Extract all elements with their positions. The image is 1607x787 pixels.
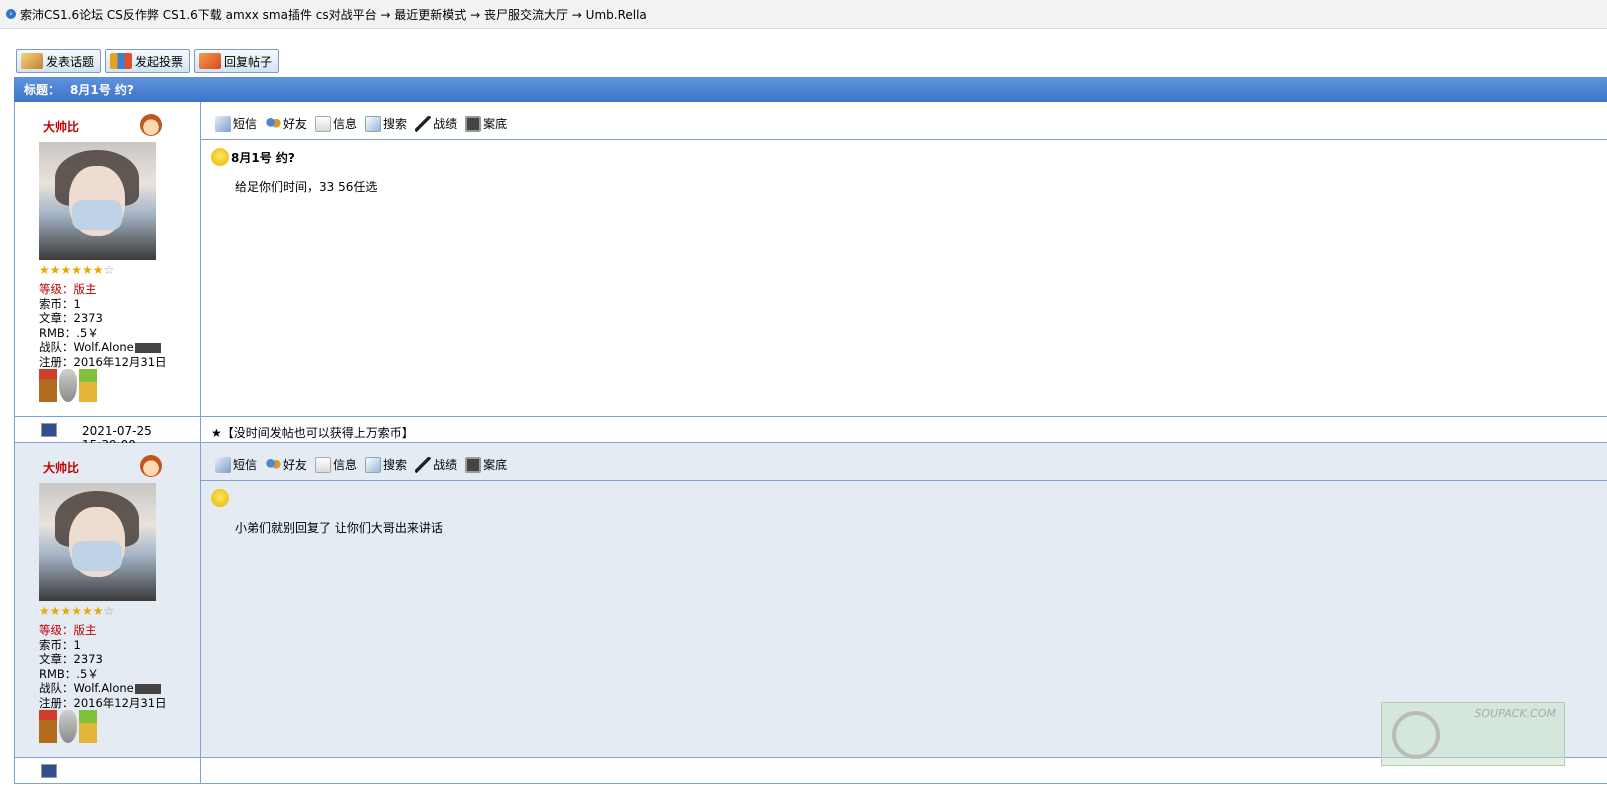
breadcrumb[interactable]: 索沛CS1.6论坛 CS反作弊 CS1.6下载 amxx sma插件 cs对战平… bbox=[20, 6, 647, 23]
record-button[interactable]: 案底 bbox=[465, 115, 507, 132]
medal-icon bbox=[79, 369, 97, 402]
bar-chart-icon bbox=[110, 53, 133, 69]
user-level: 版主 bbox=[73, 282, 97, 296]
medals bbox=[39, 369, 99, 403]
search-button[interactable]: 搜索 bbox=[365, 456, 407, 473]
friends-icon bbox=[265, 115, 282, 132]
post-meta-row bbox=[14, 757, 1607, 784]
post-title: 8月1号 约? bbox=[211, 148, 295, 166]
user-articles: 文章：2373 bbox=[39, 311, 103, 326]
user-level: 版主 bbox=[73, 623, 97, 637]
signature[interactable]: ★【没时间发帖也可以获得上万索币】 bbox=[211, 424, 414, 441]
post-toolbar: 短信 好友 信息 搜索 战绩 案底 bbox=[215, 115, 507, 132]
reply-icon bbox=[199, 53, 222, 69]
medal-icon bbox=[39, 710, 57, 743]
document-icon bbox=[315, 115, 332, 132]
smiley-icon bbox=[211, 489, 229, 507]
username[interactable]: 大帅比 bbox=[43, 459, 79, 476]
user-info: 等级：版主 索币：1 文章：2373 RMB：.5￥ 战队：Wolf.Alone… bbox=[39, 282, 167, 369]
rank-stars: ★★★★★★☆ bbox=[39, 263, 115, 277]
divider bbox=[201, 480, 1607, 481]
medal-icon bbox=[59, 369, 77, 402]
avatar[interactable] bbox=[39, 142, 156, 260]
male-avatar-icon bbox=[140, 455, 162, 477]
post: 大帅比 ★★★★★★☆ 等级：版主 索币：1 文章：2373 RMB：.5￥ 战… bbox=[14, 102, 1607, 416]
action-buttons: 发表话题 发起投票 回复帖子 bbox=[16, 49, 280, 73]
user-info: 等级：版主 索币：1 文章：2373 RMB：.5￥ 战队：Wolf.Alone… bbox=[39, 623, 167, 710]
message-icon bbox=[215, 456, 231, 473]
site-logo-icon bbox=[1392, 711, 1440, 759]
rank-stars: ★★★★★★☆ bbox=[39, 604, 115, 618]
sms-button[interactable]: 短信 bbox=[215, 456, 257, 473]
search-icon bbox=[365, 115, 382, 132]
user-rmb: RMB：.5￥ bbox=[39, 325, 99, 340]
sms-button[interactable]: 短信 bbox=[215, 115, 257, 132]
medal-icon bbox=[39, 369, 57, 402]
thread-title-bar: 标题： 8月1号 约? bbox=[14, 77, 1607, 102]
user-rmb: RMB：.5￥ bbox=[39, 666, 99, 681]
new-poll-button[interactable]: 发起投票 bbox=[105, 49, 191, 73]
friends-icon bbox=[265, 456, 282, 473]
username[interactable]: 大帅比 bbox=[43, 118, 79, 135]
message-icon bbox=[215, 115, 231, 132]
monitor-icon bbox=[465, 115, 482, 132]
post-title bbox=[211, 489, 229, 507]
user-team: 战队：Wolf.Alone bbox=[39, 681, 134, 696]
user-panel: 大帅比 ★★★★★★☆ 等级：版主 索币：1 文章：2373 RMB：.5￥ 战… bbox=[15, 443, 201, 757]
stats-button[interactable]: 战绩 bbox=[415, 456, 457, 473]
document-icon bbox=[315, 456, 332, 473]
avatar[interactable] bbox=[39, 483, 156, 601]
medal-icon bbox=[59, 710, 77, 743]
user-coins: 索币：1 bbox=[39, 296, 81, 311]
post: 大帅比 ★★★★★★☆ 等级：版主 索币：1 文章：2373 RMB：.5￥ 战… bbox=[14, 443, 1607, 757]
medals bbox=[39, 710, 99, 744]
post-content: 短信 好友 信息 搜索 战绩 案底 8月1号 约? 给足你们时间，33 56任选 bbox=[201, 102, 1607, 416]
bullet-icon: › bbox=[6, 9, 16, 19]
divider bbox=[201, 139, 1607, 140]
info-button[interactable]: 信息 bbox=[315, 115, 357, 132]
title-label: 标题： bbox=[24, 83, 61, 97]
new-topic-button[interactable]: 发表话题 bbox=[16, 49, 102, 73]
user-panel: 大帅比 ★★★★★★☆ 等级：版主 索币：1 文章：2373 RMB：.5￥ 战… bbox=[15, 102, 201, 416]
reply-button[interactable]: 回复帖子 bbox=[194, 49, 280, 73]
user-registered: 注册：2016年12月31日 bbox=[39, 695, 167, 710]
smiley-icon bbox=[211, 148, 229, 166]
search-icon bbox=[365, 456, 382, 473]
runner-icon bbox=[415, 115, 432, 132]
post-body: 给足你们时间，33 56任选 bbox=[235, 180, 378, 194]
user-coins: 索币：1 bbox=[39, 637, 81, 652]
record-button[interactable]: 案底 bbox=[465, 456, 507, 473]
computer-icon bbox=[41, 423, 57, 437]
team-flag-icon bbox=[134, 683, 161, 694]
user-team: 战队：Wolf.Alone bbox=[39, 340, 134, 355]
friend-button[interactable]: 好友 bbox=[265, 456, 307, 473]
user-registered: 注册：2016年12月31日 bbox=[39, 354, 167, 369]
search-button[interactable]: 搜索 bbox=[365, 115, 407, 132]
site-watermark: SOUPACK.COM bbox=[1381, 702, 1565, 766]
info-button[interactable]: 信息 bbox=[315, 456, 357, 473]
breadcrumb-bar: › 索沛CS1.6论坛 CS反作弊 CS1.6下载 amxx sma插件 cs对… bbox=[0, 0, 1607, 29]
male-avatar-icon bbox=[140, 114, 162, 136]
post-body: 小弟们就别回复了 让你们大哥出来讲话 bbox=[235, 521, 443, 535]
team-flag-icon bbox=[134, 342, 161, 353]
computer-icon bbox=[41, 764, 57, 778]
friend-button[interactable]: 好友 bbox=[265, 115, 307, 132]
thread-title: 8月1号 约? bbox=[70, 83, 134, 97]
user-articles: 文章：2373 bbox=[39, 652, 103, 667]
runner-icon bbox=[415, 456, 432, 473]
post-meta-row: 2021-07-25 15:39:00 ★【没时间发帖也可以获得上万索币】 bbox=[14, 416, 1607, 452]
pencil-icon bbox=[21, 53, 43, 69]
medal-icon bbox=[79, 710, 97, 743]
stats-button[interactable]: 战绩 bbox=[415, 115, 457, 132]
post-toolbar: 短信 好友 信息 搜索 战绩 案底 bbox=[215, 456, 507, 473]
monitor-icon bbox=[465, 456, 482, 473]
